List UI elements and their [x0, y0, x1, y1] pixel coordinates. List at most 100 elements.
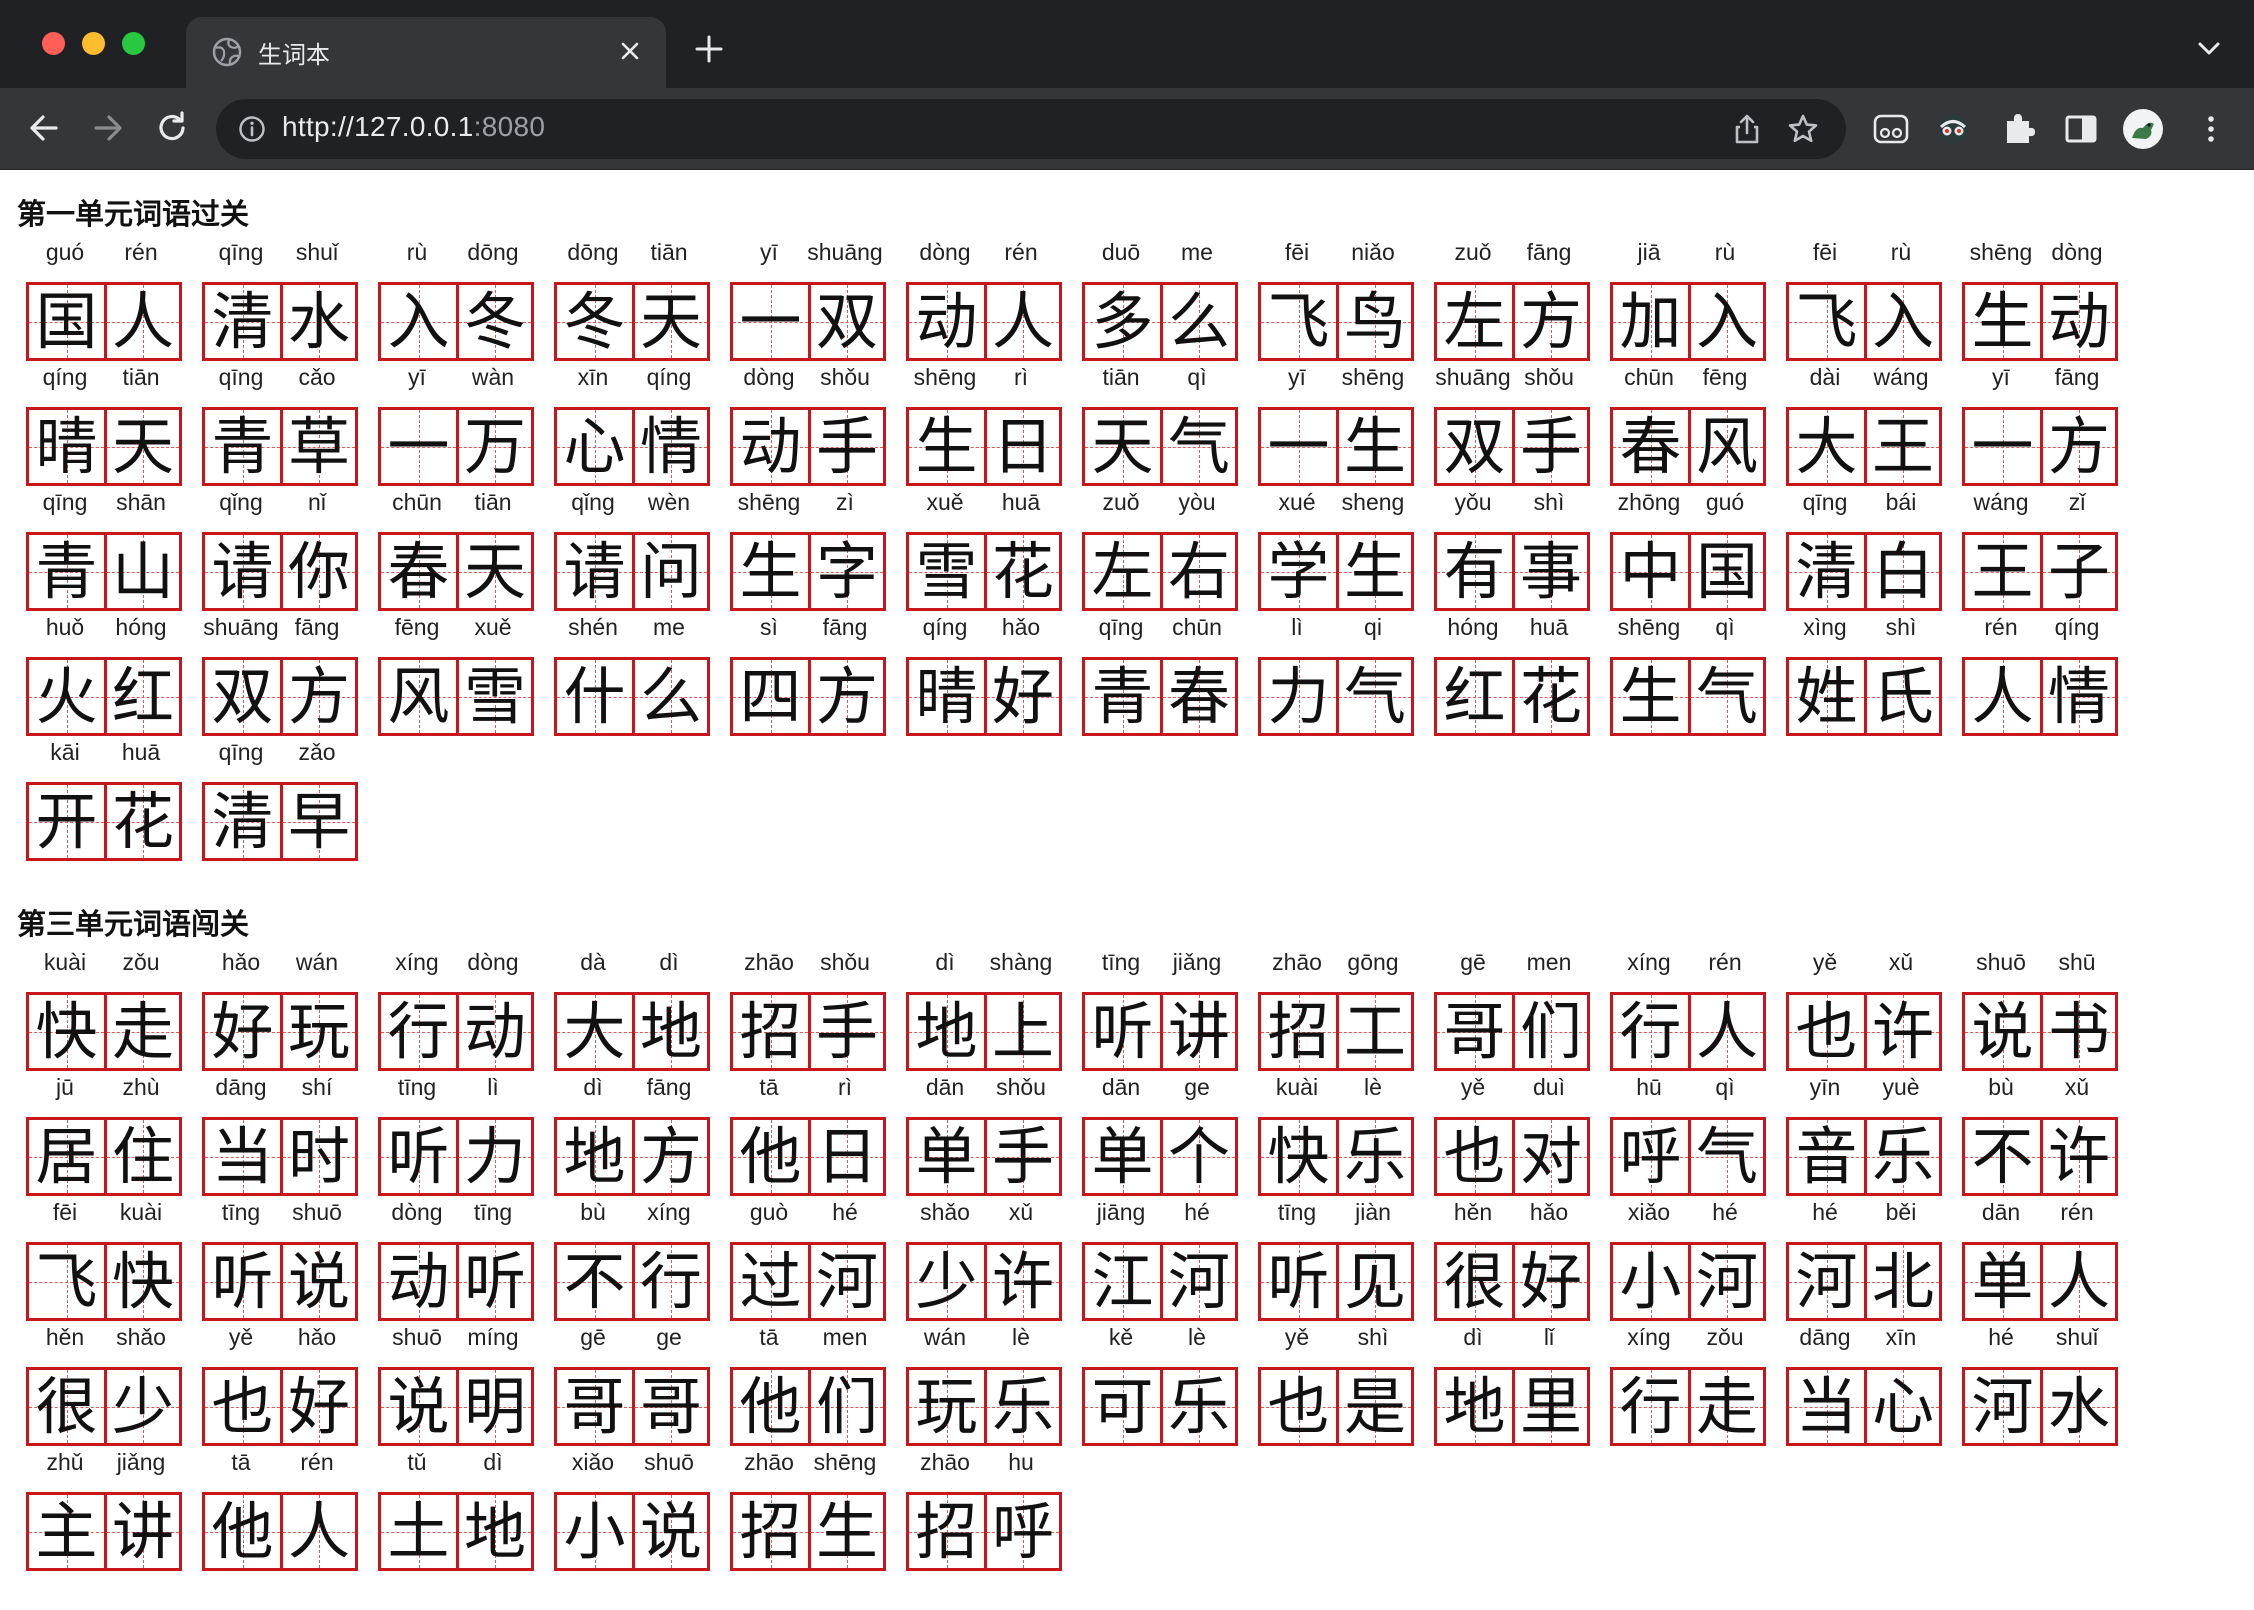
minimize-window-button[interactable] — [82, 32, 105, 55]
pinyin-label: guó — [45, 239, 85, 265]
close-icon[interactable] — [616, 37, 644, 65]
tianzige-cell: 手 — [1512, 410, 1587, 483]
word-card: xíng zǒu 行走 — [1610, 1324, 1766, 1448]
hanzi-character: 问 — [639, 535, 702, 608]
maximize-window-button[interactable] — [122, 32, 145, 55]
pinyin-label: míng — [467, 1324, 519, 1350]
star-icon[interactable] — [1786, 112, 1820, 146]
pinyin-label: men — [822, 1324, 868, 1350]
tianzige-cell: 方 — [280, 660, 355, 733]
word-card: sì fāng 四方 — [730, 614, 886, 738]
tab-active[interactable]: 生词本 — [186, 17, 666, 88]
sidebar-icon[interactable] — [2060, 108, 2102, 150]
pinyin-label: rù — [1714, 239, 1736, 265]
tianzige-box: 过河 — [730, 1242, 886, 1321]
reload-icon[interactable] — [152, 108, 192, 148]
hanzi-character: 许 — [2047, 1120, 2110, 1193]
tianzige-cell: 见 — [1336, 1245, 1411, 1318]
tianzige-box: 听讲 — [1082, 992, 1238, 1071]
url-text[interactable]: http://127.0.0.1:8080 — [282, 111, 545, 143]
hanzi-character: 事 — [1519, 535, 1582, 608]
word-card: yǒu shì 有事 — [1434, 489, 1590, 613]
hanzi-character: 说 — [1971, 995, 2034, 1068]
hanzi-character: 是 — [1343, 1370, 1406, 1443]
pinyin-label: qíng — [646, 364, 692, 390]
tianzige-cell: 过 — [733, 1245, 808, 1318]
word-card: hū qì 呼气 — [1610, 1074, 1766, 1198]
hanzi-character: 飞 — [1267, 285, 1330, 358]
tianzige-cell: 动 — [733, 410, 808, 483]
tianzige-box: 红花 — [1434, 657, 1590, 736]
avatar[interactable] — [2122, 108, 2164, 150]
hanzi-character: 好 — [287, 1370, 350, 1443]
pinyin-label: hé — [1988, 1324, 2014, 1350]
word-card: qīng bái 清白 — [1786, 489, 1942, 613]
hanzi-character: 说 — [287, 1245, 350, 1318]
section-title: 第一单元词语过关 — [17, 197, 250, 231]
hanzi-character: 国 — [1695, 535, 1758, 608]
pinyin-label: shǒu — [820, 364, 870, 390]
pinyin-label: shuǐ — [295, 239, 339, 265]
pinyin-label: dì — [483, 1449, 503, 1475]
hanzi-character: 工 — [1343, 995, 1406, 1068]
hanzi-character: 好 — [211, 995, 274, 1068]
tianzige-cell: 一 — [1261, 410, 1336, 483]
word-card: rù dōng 入冬 — [378, 239, 534, 363]
pinyin-label: xuě — [926, 489, 964, 515]
tianzige-cell: 王 — [1864, 410, 1939, 483]
plus-icon[interactable] — [692, 32, 726, 66]
tianzige-cell: 人 — [984, 285, 1059, 358]
back-icon[interactable] — [24, 108, 64, 148]
tianzige-cell: 日 — [984, 410, 1059, 483]
pinyin-label: xiǎo — [571, 1449, 615, 1475]
pinyin-label: zhōng — [1617, 489, 1681, 515]
hanzi-character: 江 — [1091, 1245, 1154, 1318]
hanzi-character: 情 — [639, 410, 702, 483]
pinyin-label: shì — [1533, 489, 1565, 515]
tianzige-cell: 气 — [1688, 660, 1763, 733]
url-host: http://127.0.0.1 — [282, 111, 474, 142]
tianzige-cell: 动 — [381, 1245, 456, 1318]
tianzige-cell: 快 — [1261, 1120, 1336, 1193]
pinyin-label: hóng — [115, 614, 167, 640]
pinyin-label: tīng — [221, 1199, 261, 1225]
extension-icon[interactable] — [1870, 108, 1912, 150]
pinyin-label: rì — [1013, 364, 1029, 390]
word-card: shēng qì 生气 — [1610, 614, 1766, 738]
forward-icon[interactable] — [88, 108, 128, 148]
pinyin-label: tiān — [1102, 364, 1140, 390]
tianzige-cell: 地 — [557, 1120, 632, 1193]
hanzi-character: 红 — [1443, 660, 1506, 733]
word-card: huǒ hóng 火红 — [26, 614, 182, 738]
hanzi-character: 水 — [2047, 1370, 2110, 1443]
hanzi-character: 许 — [1871, 995, 1934, 1068]
pinyin-label: qì — [1187, 364, 1207, 390]
pinyin-label: rén — [1708, 949, 1742, 975]
more-icon[interactable] — [2190, 108, 2232, 150]
tianzige-box: 单人 — [1962, 1242, 2118, 1321]
pinyin-label: gē — [1460, 949, 1486, 975]
tianzige-cell: 招 — [733, 1495, 808, 1568]
hanzi-character: 气 — [1167, 410, 1230, 483]
pinyin-label: jiǎng — [116, 1449, 166, 1475]
address-bar[interactable]: http://127.0.0.1:8080 — [216, 99, 1846, 159]
pinyin-label: yě — [1284, 1324, 1310, 1350]
word-card: xué sheng 学生 — [1258, 489, 1414, 613]
tianzige-cell: 山 — [104, 535, 179, 608]
hanzi-character: 心 — [1871, 1370, 1934, 1443]
hanzi-character: 国 — [35, 285, 98, 358]
tianzige-cell: 走 — [1688, 1370, 1763, 1443]
share-icon[interactable] — [1730, 112, 1764, 146]
pinyin-label: hū — [1636, 1074, 1662, 1100]
pinyin-label: jiāng — [1096, 1199, 1146, 1225]
puzzle-icon[interactable] — [1998, 108, 2040, 150]
pinyin-label: sì — [760, 614, 778, 640]
hanzi-character: 听 — [211, 1245, 274, 1318]
info-icon[interactable] — [238, 115, 266, 143]
extension-icon[interactable] — [1932, 108, 1974, 150]
hanzi-character: 开 — [35, 785, 98, 858]
close-window-button[interactable] — [42, 32, 65, 55]
tianzige-cell: 花 — [984, 535, 1059, 608]
chevron-down-icon[interactable] — [2196, 38, 2222, 58]
tianzige-cell: 也 — [1789, 995, 1864, 1068]
